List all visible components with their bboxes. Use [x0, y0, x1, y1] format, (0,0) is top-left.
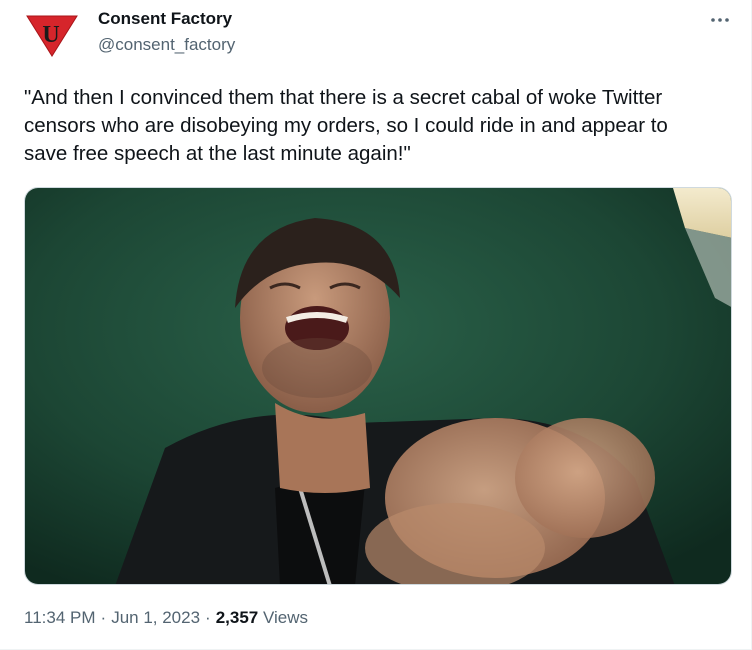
tweet-card: U Consent Factory @consent_factory "And … [0, 0, 752, 650]
author-block: Consent Factory @consent_factory [98, 8, 235, 56]
more-horizontal-icon [711, 18, 729, 22]
views-label: Views [263, 608, 309, 627]
avatar-logo-icon: U [26, 15, 78, 57]
author-handle[interactable]: @consent_factory [98, 34, 235, 56]
more-options-button[interactable] [703, 6, 737, 34]
meta-separator: · [100, 608, 107, 627]
tweet-time[interactable]: 11:34 PM [24, 608, 96, 627]
author-display-name[interactable]: Consent Factory [98, 8, 235, 30]
tweet-date[interactable]: Jun 1, 2023 [111, 608, 200, 627]
tweet-media-image[interactable] [24, 187, 732, 585]
meta-separator: · [205, 608, 211, 627]
tweet-meta: 11:34 PM · Jun 1, 2023 · 2,357 Views [24, 607, 308, 629]
avatar-letter: U [42, 22, 59, 48]
avatar[interactable]: U [24, 10, 80, 66]
media-photo [25, 188, 731, 584]
views-count[interactable]: 2,357 [216, 608, 259, 627]
tweet-text: "And then I convinced them that there is… [24, 86, 668, 165]
